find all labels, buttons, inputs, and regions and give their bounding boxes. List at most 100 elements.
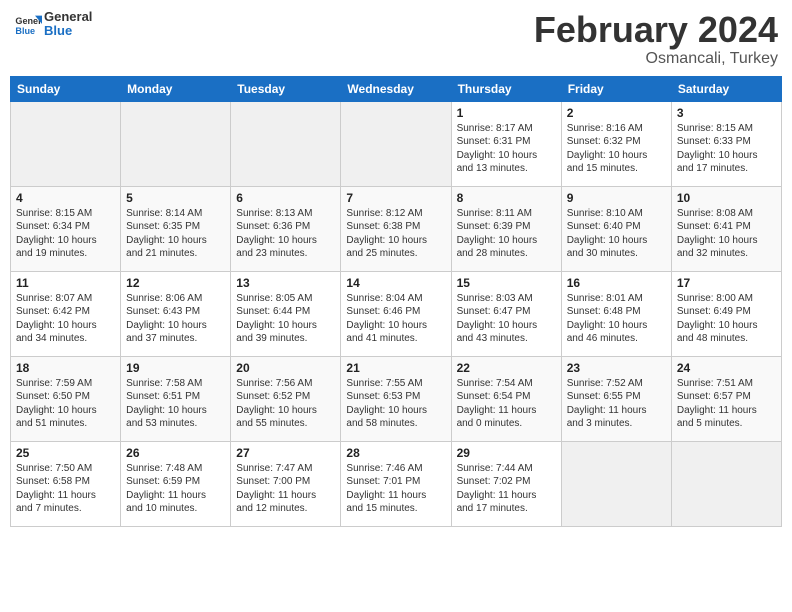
day-number: 14 [346, 276, 445, 290]
day-number: 16 [567, 276, 666, 290]
day-number: 26 [126, 446, 225, 460]
day-info: Sunrise: 8:07 AMSunset: 6:42 PMDaylight:… [16, 292, 115, 346]
weekday-header-sunday: Sunday [11, 76, 121, 101]
day-info: Sunrise: 8:17 AMSunset: 6:31 PMDaylight:… [457, 122, 556, 176]
day-number: 22 [457, 361, 556, 375]
day-info: Sunrise: 7:59 AMSunset: 6:50 PMDaylight:… [16, 377, 115, 431]
day-number: 23 [567, 361, 666, 375]
calendar-cell: 7 Sunrise: 8:12 AMSunset: 6:38 PMDaylight… [341, 186, 451, 271]
calendar-cell: 3Sunrise: 8:15 AMSunset: 6:33 PMDaylight… [671, 101, 781, 186]
calendar-cell: 18 Sunrise: 7:59 AMSunset: 6:50 PMDayligh… [11, 356, 121, 441]
logo-general: General [44, 10, 92, 24]
calendar-cell: 28 Sunrise: 7:46 AMSunset: 7:01 PMDayligh… [341, 441, 451, 526]
page-header: General Blue General Blue February 2024 … [10, 10, 782, 68]
calendar-cell: 2 Sunrise: 8:16 AMSunset: 6:32 PMDaylight… [561, 101, 671, 186]
day-number: 21 [346, 361, 445, 375]
week-row-5: 25 Sunrise: 7:50 AMSunset: 6:58 PMDayligh… [11, 441, 782, 526]
logo-blue: Blue [44, 24, 92, 38]
day-info: Sunrise: 7:46 AMSunset: 7:01 PMDaylight:… [346, 462, 445, 516]
calendar-cell: 23Sunrise: 7:52 AMSunset: 6:55 PMDayligh… [561, 356, 671, 441]
weekday-header-thursday: Thursday [451, 76, 561, 101]
week-row-4: 18 Sunrise: 7:59 AMSunset: 6:50 PMDayligh… [11, 356, 782, 441]
calendar-cell: 10Sunrise: 8:08 AMSunset: 6:41 PMDayligh… [671, 186, 781, 271]
day-number: 6 [236, 191, 335, 205]
weekday-header-friday: Friday [561, 76, 671, 101]
day-number: 18 [16, 361, 115, 375]
week-row-3: 11 Sunrise: 8:07 AMSunset: 6:42 PMDayligh… [11, 271, 782, 356]
day-info: Sunrise: 7:54 AMSunset: 6:54 PMDaylight:… [457, 377, 556, 431]
day-info: Sunrise: 8:14 AMSunset: 6:35 PMDaylight:… [126, 207, 225, 261]
calendar-cell: 24Sunrise: 7:51 AMSunset: 6:57 PMDayligh… [671, 356, 781, 441]
day-info: Sunrise: 7:47 AMSunset: 7:00 PMDaylight:… [236, 462, 335, 516]
calendar-cell: 1 Sunrise: 8:17 AMSunset: 6:31 PMDaylight… [451, 101, 561, 186]
calendar-cell [561, 441, 671, 526]
day-number: 15 [457, 276, 556, 290]
day-info: Sunrise: 7:58 AMSunset: 6:51 PMDaylight:… [126, 377, 225, 431]
day-info: Sunrise: 8:04 AMSunset: 6:46 PMDaylight:… [346, 292, 445, 346]
day-number: 28 [346, 446, 445, 460]
calendar-cell [231, 101, 341, 186]
day-info: Sunrise: 8:10 AMSunset: 6:40 PMDaylight:… [567, 207, 666, 261]
calendar-cell: 25 Sunrise: 7:50 AMSunset: 6:58 PMDayligh… [11, 441, 121, 526]
weekday-header-saturday: Saturday [671, 76, 781, 101]
day-number: 25 [16, 446, 115, 460]
calendar-cell: 15 Sunrise: 8:03 AMSunset: 6:47 PMDayligh… [451, 271, 561, 356]
month-title: February 2024 [534, 10, 778, 50]
calendar-cell [11, 101, 121, 186]
calendar-cell: 26 Sunrise: 7:48 AMSunset: 6:59 PMDayligh… [121, 441, 231, 526]
calendar-cell: 12Sunrise: 8:06 AMSunset: 6:43 PMDayligh… [121, 271, 231, 356]
day-info: Sunrise: 8:03 AMSunset: 6:47 PMDaylight:… [457, 292, 556, 346]
calendar-cell [671, 441, 781, 526]
weekday-header-row: SundayMondayTuesdayWednesdayThursdayFrid… [11, 76, 782, 101]
calendar-cell: 17Sunrise: 8:00 AMSunset: 6:49 PMDayligh… [671, 271, 781, 356]
location: Osmancali, Turkey [534, 50, 778, 68]
day-info: Sunrise: 7:50 AMSunset: 6:58 PMDaylight:… [16, 462, 115, 516]
calendar-cell: 4 Sunrise: 8:15 AMSunset: 6:34 PMDaylight… [11, 186, 121, 271]
day-info: Sunrise: 7:56 AMSunset: 6:52 PMDaylight:… [236, 377, 335, 431]
day-info: Sunrise: 7:55 AMSunset: 6:53 PMDaylight:… [346, 377, 445, 431]
day-info: Sunrise: 8:15 AMSunset: 6:34 PMDaylight:… [16, 207, 115, 261]
calendar-cell: 29 Sunrise: 7:44 AMSunset: 7:02 PMDayligh… [451, 441, 561, 526]
calendar-cell: 27 Sunrise: 7:47 AMSunset: 7:00 PMDayligh… [231, 441, 341, 526]
weekday-header-wednesday: Wednesday [341, 76, 451, 101]
title-block: February 2024 Osmancali, Turkey [534, 10, 778, 68]
day-number: 9 [567, 191, 666, 205]
day-number: 29 [457, 446, 556, 460]
day-info: Sunrise: 7:44 AMSunset: 7:02 PMDaylight:… [457, 462, 556, 516]
day-number: 5 [126, 191, 225, 205]
calendar-cell: 22 Sunrise: 7:54 AMSunset: 6:54 PMDayligh… [451, 356, 561, 441]
weekday-header-monday: Monday [121, 76, 231, 101]
calendar-cell: 14 Sunrise: 8:04 AMSunset: 6:46 PMDayligh… [341, 271, 451, 356]
day-info: Sunrise: 8:05 AMSunset: 6:44 PMDaylight:… [236, 292, 335, 346]
day-number: 19 [126, 361, 225, 375]
day-number: 24 [677, 361, 776, 375]
week-row-2: 4 Sunrise: 8:15 AMSunset: 6:34 PMDaylight… [11, 186, 782, 271]
day-number: 8 [457, 191, 556, 205]
logo: General Blue General Blue [14, 10, 92, 39]
day-number: 2 [567, 106, 666, 120]
day-number: 12 [126, 276, 225, 290]
calendar-cell [341, 101, 451, 186]
day-number: 7 [346, 191, 445, 205]
day-number: 4 [16, 191, 115, 205]
day-info: Sunrise: 8:01 AMSunset: 6:48 PMDaylight:… [567, 292, 666, 346]
day-number: 27 [236, 446, 335, 460]
calendar-cell: 13 Sunrise: 8:05 AMSunset: 6:44 PMDayligh… [231, 271, 341, 356]
day-info: Sunrise: 7:48 AMSunset: 6:59 PMDaylight:… [126, 462, 225, 516]
weekday-header-tuesday: Tuesday [231, 76, 341, 101]
day-number: 1 [457, 106, 556, 120]
calendar-cell: 20 Sunrise: 7:56 AMSunset: 6:52 PMDayligh… [231, 356, 341, 441]
day-info: Sunrise: 8:16 AMSunset: 6:32 PMDaylight:… [567, 122, 666, 176]
day-number: 11 [16, 276, 115, 290]
calendar-cell: 19 Sunrise: 7:58 AMSunset: 6:51 PMDayligh… [121, 356, 231, 441]
day-info: Sunrise: 8:13 AMSunset: 6:36 PMDaylight:… [236, 207, 335, 261]
day-info: Sunrise: 8:12 AMSunset: 6:38 PMDaylight:… [346, 207, 445, 261]
calendar-cell [121, 101, 231, 186]
calendar-cell: 5 Sunrise: 8:14 AMSunset: 6:35 PMDaylight… [121, 186, 231, 271]
day-number: 3 [677, 106, 776, 120]
week-row-1: 1 Sunrise: 8:17 AMSunset: 6:31 PMDaylight… [11, 101, 782, 186]
svg-text:Blue: Blue [15, 26, 35, 36]
day-number: 20 [236, 361, 335, 375]
day-number: 13 [236, 276, 335, 290]
day-info: Sunrise: 8:11 AMSunset: 6:39 PMDaylight:… [457, 207, 556, 261]
